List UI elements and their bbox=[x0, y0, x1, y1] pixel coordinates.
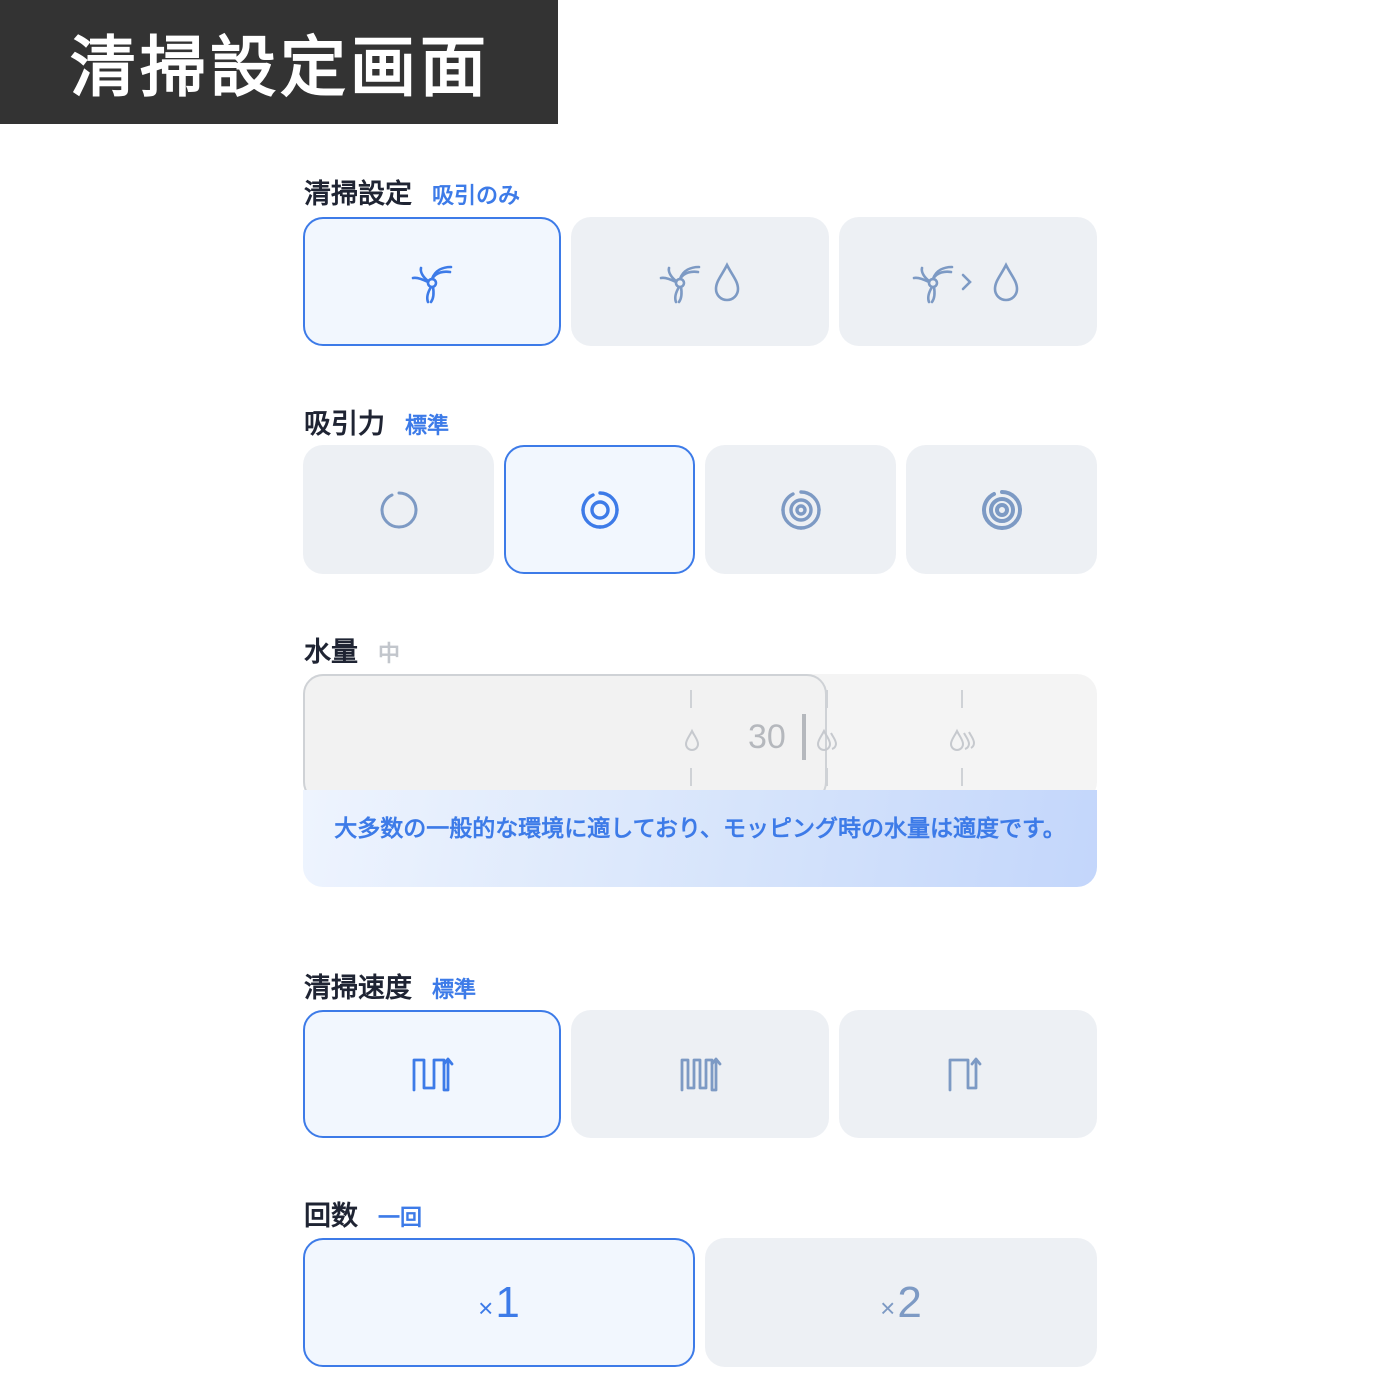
water-tick-high-top bbox=[961, 690, 963, 708]
passes-option-once[interactable]: × 1 bbox=[303, 1238, 695, 1367]
water-tick-low-top bbox=[690, 690, 692, 708]
fan-icon bbox=[411, 265, 453, 303]
water-amount-value: 中 bbox=[378, 642, 401, 667]
suction-power-label: 吸引力 bbox=[304, 409, 385, 440]
quick-path-icon bbox=[948, 1057, 982, 1092]
cleaning-mode-option-vacuum[interactable] bbox=[303, 217, 561, 346]
passes-count: 1 bbox=[495, 1277, 520, 1327]
water-tick-mid-top bbox=[826, 690, 828, 708]
water-drop-high-icon bbox=[949, 728, 976, 751]
water-amount-header: 水量 中 bbox=[304, 630, 400, 669]
cleaning-mode-value: 吸引のみ bbox=[432, 184, 521, 209]
water-amount-cursor bbox=[802, 714, 806, 760]
suction-level-4-icon bbox=[981, 489, 1022, 530]
passes-option-twice[interactable]: × 2 bbox=[705, 1238, 1097, 1367]
fan-and-water-drop-icon bbox=[659, 261, 740, 303]
water-tick-high-bottom bbox=[961, 768, 963, 786]
cleaning-speed-option-standard[interactable] bbox=[303, 1010, 561, 1138]
passes-count: 2 bbox=[897, 1277, 922, 1327]
suction-level-3-icon bbox=[780, 489, 821, 530]
fan-then-water-drop-icon bbox=[912, 261, 1019, 303]
cleaning-speed-value: 標準 bbox=[432, 978, 477, 1003]
passes-twice-label: × 2 bbox=[880, 1278, 922, 1328]
suction-level-1-icon bbox=[380, 491, 417, 528]
suction-option-2[interactable] bbox=[504, 445, 695, 574]
suction-power-header: 吸引力 標準 bbox=[304, 402, 449, 441]
water-tick-mid-bottom bbox=[826, 768, 828, 786]
multiply-sign: × bbox=[880, 1292, 896, 1323]
passes-once-label: × 1 bbox=[478, 1278, 520, 1328]
cleaning-mode-header: 清掃設定 吸引のみ bbox=[304, 172, 520, 211]
cleaning-mode-label: 清掃設定 bbox=[304, 179, 412, 210]
water-tick-low-bottom bbox=[690, 768, 692, 786]
cleaning-speed-header: 清掃速度 標準 bbox=[304, 966, 476, 1005]
cleaning-speed-option-deep[interactable] bbox=[571, 1010, 829, 1138]
multiply-sign: × bbox=[478, 1292, 494, 1323]
cleaning-speed-option-quick[interactable] bbox=[839, 1010, 1097, 1138]
water-amount-readout: 30 bbox=[748, 718, 786, 756]
water-amount-label: 水量 bbox=[304, 637, 358, 668]
page-title-banner: 清掃設定画面 bbox=[0, 0, 558, 124]
suction-power-value: 標準 bbox=[405, 414, 450, 439]
water-drop-mid-icon bbox=[816, 728, 838, 751]
cleaning-mode-option-vacuum-then-mop[interactable] bbox=[839, 217, 1097, 346]
suction-option-1[interactable] bbox=[303, 445, 494, 574]
passes-value: 一回 bbox=[378, 1206, 423, 1231]
water-drop-low-icon bbox=[684, 728, 700, 751]
passes-label: 回数 bbox=[304, 1201, 358, 1232]
cleaning-mode-option-vacuum-and-mop[interactable] bbox=[571, 217, 829, 346]
water-amount-description: 大多数の一般的な環境に適しており、モッピング時の水量は適度です。 bbox=[303, 790, 1097, 887]
page-title: 清掃設定画面 bbox=[70, 29, 490, 106]
standard-path-icon bbox=[412, 1057, 454, 1092]
suction-level-2-icon bbox=[580, 490, 619, 529]
dense-path-icon bbox=[680, 1057, 722, 1092]
suction-option-4[interactable] bbox=[906, 445, 1097, 574]
cleaning-speed-label: 清掃速度 bbox=[304, 973, 412, 1004]
passes-header: 回数 一回 bbox=[304, 1194, 422, 1233]
suction-option-3[interactable] bbox=[705, 445, 896, 574]
